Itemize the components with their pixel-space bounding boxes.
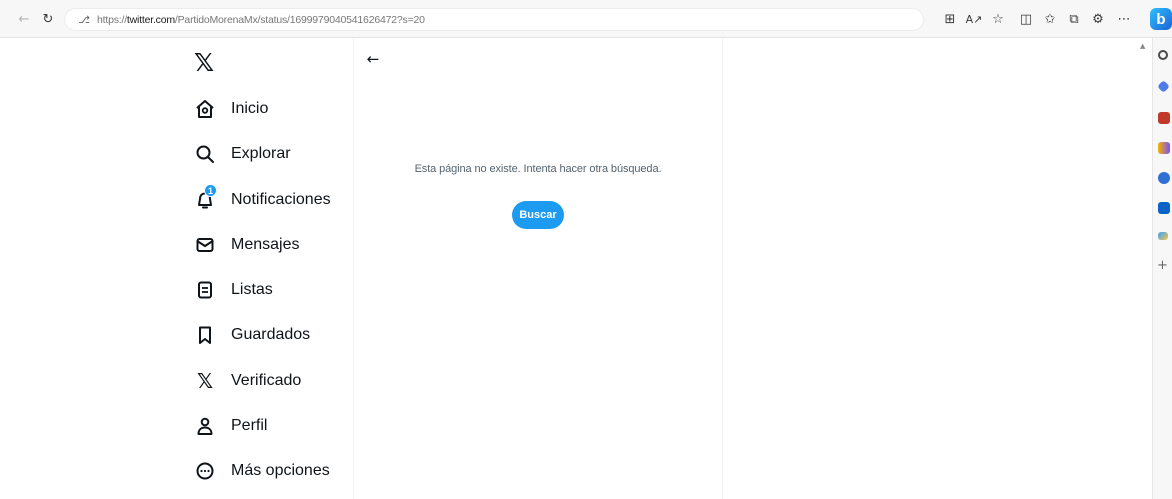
edge-sidebar: + — [1152, 38, 1172, 499]
nav-label: Verificado — [231, 372, 302, 389]
person-icon — [194, 415, 216, 437]
back-arrow-icon[interactable]: ← — [14, 9, 34, 29]
sidebar-send-icon[interactable] — [1158, 232, 1168, 240]
envelope-icon — [194, 234, 216, 256]
bell-icon: 1 — [194, 184, 217, 211]
back-arrow-icon[interactable]: ← — [364, 50, 382, 68]
address-bar[interactable]: ⎇ https://twitter.com/PartidoMorenaMx/st… — [64, 8, 924, 31]
nav-label: Guardados — [231, 326, 311, 343]
nav-item-inicio[interactable]: Inicio — [194, 94, 268, 124]
x-logo-icon[interactable]: 𝕏 — [194, 50, 214, 75]
nav-label: Perfil — [231, 417, 268, 434]
app-available-icon[interactable]: ⊞ — [940, 9, 960, 29]
sidebar-games-icon[interactable] — [1158, 142, 1170, 154]
search-icon — [194, 143, 216, 165]
primary-nav: 𝕏 Inicio Explorar 1 Notificaciones Mensa… — [186, 38, 354, 499]
nav-item-perfil[interactable]: Perfil — [194, 411, 267, 441]
column-divider — [722, 38, 723, 499]
split-screen-icon[interactable]: ◫ — [1016, 9, 1036, 29]
collections-icon[interactable]: ⧉ — [1064, 9, 1084, 29]
nav-item-guardados[interactable]: Guardados — [194, 320, 310, 350]
nav-item-listas[interactable]: Listas — [194, 275, 273, 305]
lock-icon[interactable]: ⎇ — [77, 13, 91, 27]
url-host: twitter.com — [126, 14, 175, 26]
nav-label: Más opciones — [231, 462, 330, 479]
url-scheme: https:// — [97, 14, 127, 26]
list-icon — [194, 279, 216, 301]
favorite-star-icon[interactable]: ☆ — [988, 9, 1008, 29]
reload-icon[interactable]: ↻ — [38, 9, 58, 29]
sidebar-toolbox-icon[interactable] — [1158, 112, 1170, 124]
favorites-icon[interactable]: ✩ — [1040, 9, 1060, 29]
scrollbar-up-arrow-icon[interactable]: ▲ — [1140, 42, 1148, 50]
nav-label: Inicio — [231, 100, 269, 117]
browser-toolbar: ← ↻ ⎇ https://twitter.com/PartidoMorenaM… — [0, 0, 1172, 38]
extensions-icon[interactable]: ⚙ — [1088, 9, 1108, 29]
nav-label: Listas — [231, 281, 273, 298]
nav-item-verificado[interactable]: 𝕏 Verificado — [194, 366, 301, 396]
read-aloud-icon[interactable]: A↗ — [964, 9, 984, 29]
search-button[interactable]: Buscar — [512, 201, 564, 229]
x-logo-icon: 𝕏 — [196, 369, 214, 393]
nav-label: Notificaciones — [231, 191, 331, 208]
error-message: Esta página no existe. Intenta hacer otr… — [414, 163, 662, 175]
notification-badge: 1 — [204, 184, 217, 197]
sidebar-outlook-icon[interactable] — [1158, 202, 1170, 214]
url-text[interactable]: https://twitter.com/PartidoMorenaMx/stat… — [97, 14, 425, 26]
more-circle-icon — [194, 460, 216, 482]
sidebar-tag-icon[interactable] — [1157, 80, 1170, 93]
column-divider — [353, 38, 354, 499]
sidebar-add-icon[interactable]: + — [1157, 259, 1169, 272]
nav-label: Mensajes — [231, 236, 300, 253]
bookmark-icon — [194, 324, 216, 346]
nav-item-notificaciones[interactable]: 1 Notificaciones — [194, 184, 331, 215]
sidebar-search-icon[interactable] — [1158, 50, 1168, 60]
url-path: /PartidoMorenaMx/status/1699979040541626… — [174, 14, 425, 26]
nav-item-mensajes[interactable]: Mensajes — [194, 230, 299, 260]
home-icon — [194, 98, 216, 120]
bing-copilot-icon[interactable]: b — [1150, 8, 1172, 30]
more-menu-icon[interactable]: ⋯ — [1114, 9, 1134, 29]
nav-item-mas-opciones[interactable]: Más opciones — [194, 456, 330, 486]
nav-label: Explorar — [231, 145, 291, 162]
sidebar-office-icon[interactable] — [1158, 172, 1170, 184]
nav-item-explorar[interactable]: Explorar — [194, 139, 291, 169]
